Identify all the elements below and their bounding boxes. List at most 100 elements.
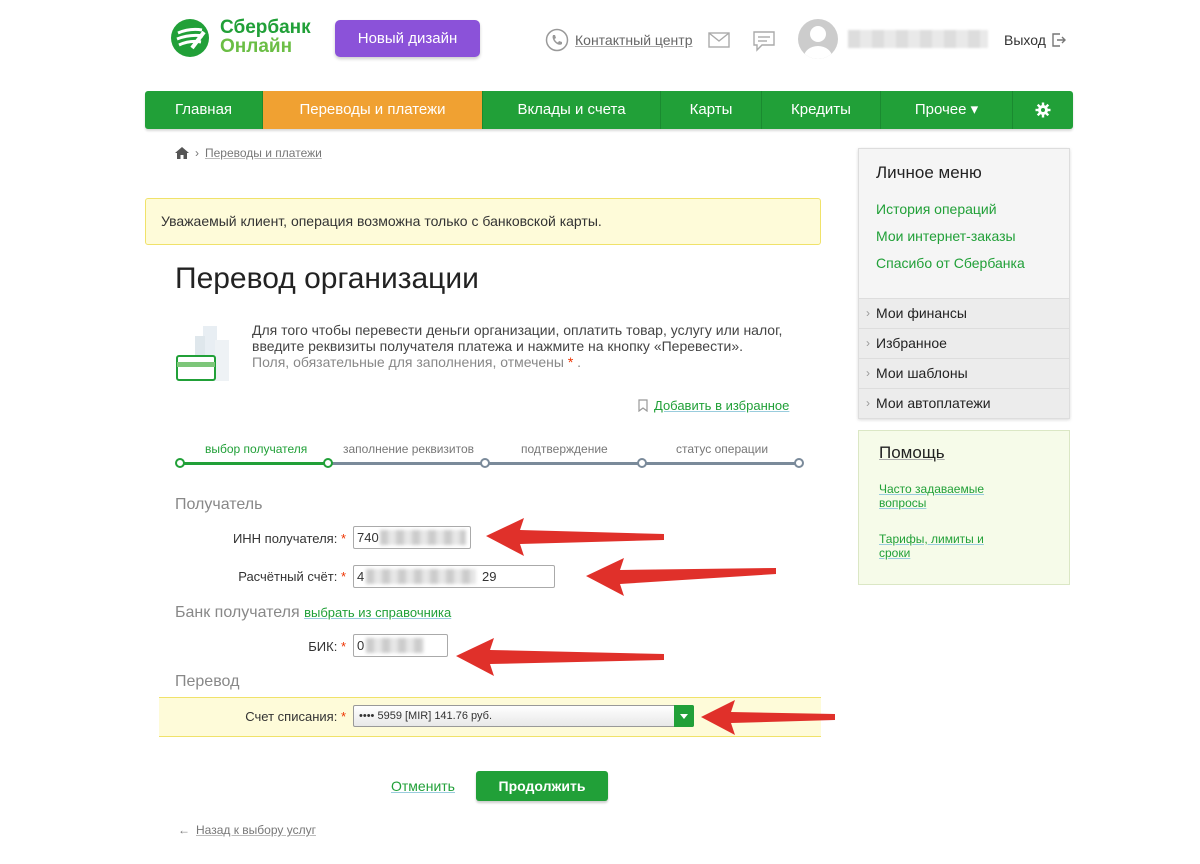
required-mark: * <box>567 354 574 370</box>
debit-account-value: •••• 5959 [MIR] 141.76 руб. <box>359 710 492 722</box>
debit-account-label: Счет списания: <box>245 709 338 724</box>
step-confirmation: подтверждение <box>521 442 608 456</box>
back-label: Назад к выбору услуг <box>196 823 316 837</box>
step-dot <box>794 458 804 468</box>
sberbank-logo[interactable]: Сбербанк Онлайн <box>170 18 320 60</box>
nav-item-home[interactable]: Главная <box>145 91 263 129</box>
personal-menu: Личное меню История операций Мои интерне… <box>858 148 1070 419</box>
faq-link[interactable]: Часто задаваемые вопросы <box>879 482 984 510</box>
spasibo-link[interactable]: Спасибо от Сбербанка <box>876 255 1025 271</box>
sidebar-item-finances[interactable]: Мои финансы <box>859 298 1069 328</box>
phone-icon <box>545 28 569 52</box>
sidebar-item-templates[interactable]: Мои шаблоны <box>859 358 1069 388</box>
internet-orders-link[interactable]: Мои интернет-заказы <box>876 228 1016 244</box>
home-icon[interactable] <box>175 147 189 159</box>
card-only-notice: Уважаемый клиент, операция возможна толь… <box>145 198 821 245</box>
user-icon <box>804 26 832 59</box>
account-value: 4 <box>357 569 365 584</box>
nav-item-transfers[interactable]: Переводы и платежи <box>263 91 483 129</box>
choose-from-directory-link[interactable]: выбрать из справочника <box>304 605 451 620</box>
add-to-favorites-link[interactable]: Добавить в избранное <box>638 398 789 413</box>
arrow-left-icon: ← <box>178 823 190 837</box>
annotation-arrow-icon <box>486 518 664 556</box>
cancel-link[interactable]: Отменить <box>391 778 455 794</box>
inn-label: ИНН получателя: <box>232 531 338 546</box>
faq-line1: Часто задаваемые <box>879 482 985 496</box>
chat-icon[interactable] <box>752 30 776 52</box>
required-mark: * <box>340 639 346 654</box>
step-dot <box>480 458 490 468</box>
step-dot <box>637 458 647 468</box>
nav-item-deposits[interactable]: Вклады и счета <box>483 91 661 129</box>
new-design-button[interactable]: Новый дизайн <box>335 20 480 57</box>
annotation-arrow-icon <box>456 638 664 676</box>
tariffs-line1: Тарифы, лимиты и <box>879 532 984 546</box>
back-to-services-link[interactable]: ← Назад к выбору услуг <box>178 823 316 837</box>
inn-value: 740 <box>357 530 379 545</box>
account-label: Расчётный счёт: <box>238 569 338 584</box>
step-line-done <box>180 462 328 465</box>
continue-button[interactable]: Продолжить <box>476 771 608 801</box>
sberbank-logo-icon <box>171 19 209 57</box>
bookmark-icon <box>638 399 648 412</box>
operations-history-link[interactable]: История операций <box>876 201 997 217</box>
help-title[interactable]: Помощь <box>879 443 945 463</box>
nav-settings-button[interactable] <box>1013 91 1073 129</box>
sidebar-item-autopayments[interactable]: Мои автоплатежи <box>859 388 1069 418</box>
contact-center-link[interactable]: Контактный центр <box>545 28 693 52</box>
intro-line3: Поля, обязательные для заполнения, отмеч… <box>252 354 564 370</box>
main-nav: Главная Переводы и платежи Вклады и счет… <box>145 91 1073 129</box>
tariffs-link[interactable]: Тарифы, лимиты и сроки <box>879 532 984 560</box>
transfer-section-title: Перевод <box>175 673 240 690</box>
username-blurred <box>848 30 988 48</box>
breadcrumb-transfers-link[interactable]: Переводы и платежи <box>205 146 322 160</box>
required-mark: * <box>340 531 346 546</box>
contact-center-label: Контактный центр <box>575 32 693 48</box>
step-status: статус операции <box>676 442 769 456</box>
personal-menu-title: Личное меню <box>876 163 982 182</box>
required-mark: * <box>340 709 346 724</box>
intro-text: Для того чтобы перевести деньги организа… <box>252 322 792 370</box>
bank-section-title: Банк получателя <box>175 604 300 621</box>
intro-line3-end: . <box>577 354 582 370</box>
step-fill-details: заполнение реквизитов <box>343 442 475 456</box>
step-dot <box>175 458 185 468</box>
mail-icon[interactable] <box>708 32 730 48</box>
step-dot <box>323 458 333 468</box>
page-title: Перевод организации <box>175 262 479 295</box>
bik-label: БИК: <box>308 639 338 654</box>
intro-line2: введите реквизиты получателя платежа и н… <box>252 338 743 354</box>
logo-line2: Онлайн <box>220 36 293 57</box>
logout-label: Выход <box>1004 32 1046 48</box>
step-line-pending <box>328 462 800 465</box>
avatar[interactable] <box>798 19 838 59</box>
account-input[interactable]: 4 29 <box>353 565 555 588</box>
organization-transfer-icon <box>176 326 229 381</box>
nav-item-cards[interactable]: Карты <box>661 91 762 129</box>
help-panel: Помощь Часто задаваемые вопросы Тарифы, … <box>858 430 1070 585</box>
sidebar-item-favorites[interactable]: Избранное <box>859 328 1069 358</box>
dropdown-button[interactable] <box>674 705 694 727</box>
bik-value: 0 <box>357 638 365 653</box>
nav-item-credits[interactable]: Кредиты <box>762 91 881 129</box>
chevron-right-icon: › <box>195 146 199 160</box>
nav-item-other[interactable]: Прочее ▾ <box>881 91 1013 129</box>
gear-icon <box>1035 102 1051 118</box>
progress-steps: выбор получателя заполнение реквизитов п… <box>175 442 805 472</box>
logo-line1: Сбербанк <box>220 17 311 38</box>
logout-icon <box>1052 33 1066 47</box>
logout-link[interactable]: Выход <box>1004 32 1066 48</box>
recipient-section-title: Получатель <box>175 496 263 513</box>
chevron-down-icon <box>680 714 688 719</box>
bik-input[interactable]: 0 <box>353 634 448 657</box>
add-to-favorites-label: Добавить в избранное <box>654 398 790 413</box>
annotation-arrow-icon <box>586 558 776 596</box>
faq-line2: вопросы <box>879 496 927 510</box>
tariffs-line2: сроки <box>879 546 911 560</box>
required-mark: * <box>340 569 346 584</box>
annotation-arrow-icon <box>701 700 835 735</box>
breadcrumb: › Переводы и платежи <box>175 146 322 160</box>
inn-input[interactable]: 740 <box>353 526 471 549</box>
debit-account-select[interactable]: •••• 5959 [MIR] 141.76 руб. <box>353 705 694 727</box>
account-value-end: 29 <box>482 569 497 584</box>
